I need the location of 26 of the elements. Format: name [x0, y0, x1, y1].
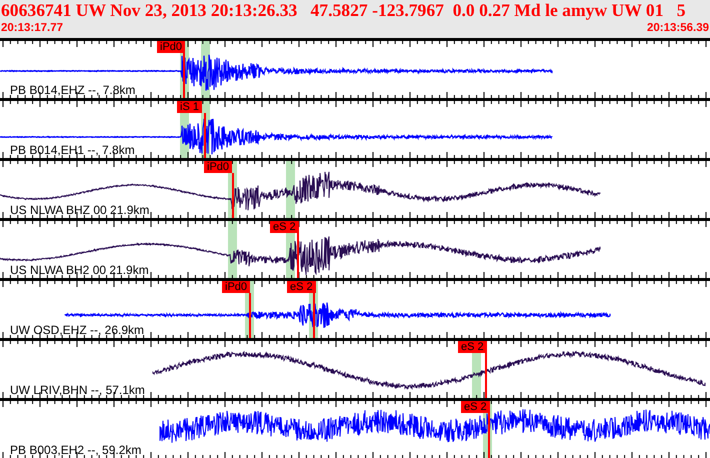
pick-line	[313, 293, 315, 338]
start-time: 20:13:17.77	[1, 21, 64, 35]
pick-line	[485, 353, 487, 398]
pick-label[interactable]: eS 2	[287, 281, 316, 293]
pick-line	[488, 413, 490, 458]
pick-label[interactable]: iS 1	[177, 101, 202, 113]
pick-line	[183, 53, 185, 98]
station-label: UW OSD,EHZ --, 26.9km	[10, 324, 144, 337]
pick-line	[249, 293, 251, 338]
pick-line	[232, 173, 234, 218]
event-title: 60636741 UW Nov 23, 2013 20:13:26.33 47.5827 -123.7967 0.0 0.27 Md le amyw UW 01 5	[0, 0, 687, 21]
station-label: PB B003,EH2 --, 59.2km	[10, 444, 142, 457]
pick-label[interactable]: eS 2	[461, 401, 490, 413]
station-label: US NLWA BH2 00 21.9km	[10, 264, 149, 277]
pick-label[interactable]: eS 2	[458, 341, 487, 353]
pick-line	[204, 113, 206, 158]
pick-line	[297, 233, 299, 278]
end-time: 20:13:56.39	[646, 21, 709, 35]
pick-label[interactable]: iPd0	[222, 281, 250, 293]
station-label: PB B014,EH1 --, 7.8km	[10, 144, 135, 157]
pick-label[interactable]: iPd0	[157, 41, 186, 53]
pick-label[interactable]: iPd0	[204, 161, 232, 173]
pick-label[interactable]: eS 2	[270, 221, 299, 233]
station-label: UW LRIV,BHN --, 57.1km	[10, 384, 145, 397]
station-label: PB B014,EHZ --, 7.8km	[10, 84, 136, 97]
station-label: US NLWA BHZ 00 21.9km	[10, 204, 150, 217]
